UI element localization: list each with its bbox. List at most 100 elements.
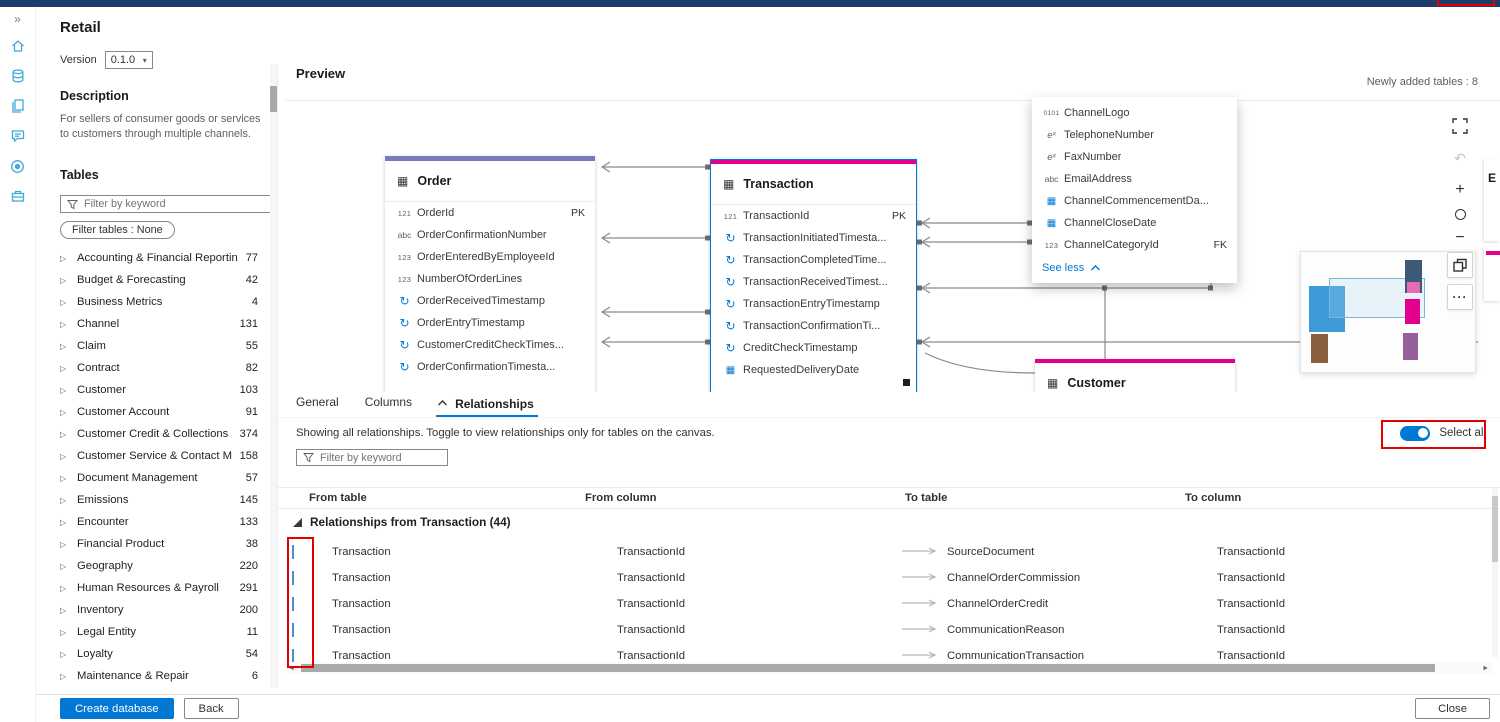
expand-chevron-icon[interactable]: ▷ — [60, 276, 69, 285]
row-checkbox[interactable] — [292, 649, 294, 663]
table-category-row[interactable]: ▷ Business Metrics 4 — [60, 291, 274, 313]
expand-chevron-icon[interactable]: ▷ — [60, 562, 69, 571]
column-row[interactable]: ↻ TransactionInitiatedTimesta... — [711, 227, 916, 249]
undo-button[interactable]: ↶ — [1447, 145, 1473, 171]
table-category-row[interactable]: ▷ Encounter 133 — [60, 511, 274, 533]
scrollbar-thumb[interactable] — [301, 664, 1435, 672]
expand-chevron-icon[interactable]: ▷ — [60, 628, 69, 637]
table-card-order[interactable]: ▦ Order 121 OrderId PK abc OrderConfirma… — [385, 156, 595, 406]
collapse-panel-icon[interactable] — [438, 393, 448, 411]
column-row[interactable]: ↻ TransactionConfirmationTi... — [711, 315, 916, 337]
tab-columns[interactable]: Columns — [365, 395, 412, 417]
relationships-filter-input[interactable]: Filter by keyword — [296, 449, 448, 466]
expand-chevron-icon[interactable]: ▷ — [60, 518, 69, 527]
expand-chevron-icon[interactable]: ▷ — [60, 474, 69, 483]
column-row[interactable]: eˣ FaxNumber — [1032, 146, 1237, 168]
relationship-row[interactable]: Transaction TransactionId ChannelOrderCo… — [278, 565, 1500, 591]
table-category-row[interactable]: ▷ Customer Account 91 — [60, 401, 274, 423]
table-category-row[interactable]: ▷ Customer Credit & Collections 374 — [60, 423, 274, 445]
table-category-row[interactable]: ▷ Channel 131 — [60, 313, 274, 335]
expand-chevron-icon[interactable]: ▷ — [60, 430, 69, 439]
scroll-left-icon[interactable]: ◄ — [288, 665, 295, 672]
zoom-in-button[interactable]: + — [1447, 177, 1473, 203]
filter-tables-pill[interactable]: Filter tables : None — [60, 221, 175, 240]
zoom-out-button[interactable]: − — [1447, 225, 1473, 251]
column-row[interactable]: 123 OrderEnteredByEmployeeId — [385, 246, 595, 268]
column-row[interactable]: ↻ TransactionEntryTimestamp — [711, 293, 916, 315]
expand-chevron-icon[interactable]: ▷ — [60, 364, 69, 373]
table-category-row[interactable]: ▷ Claim 55 — [60, 335, 274, 357]
column-row[interactable]: abc EmailAddress — [1032, 168, 1237, 190]
scroll-right-icon[interactable]: ► — [1482, 665, 1489, 672]
scrollbar-thumb[interactable] — [1492, 496, 1498, 562]
fit-to-screen-button[interactable] — [1447, 113, 1473, 139]
column-row[interactable]: ↻ TransactionReceivedTimest... — [711, 271, 916, 293]
table-category-row[interactable]: ▷ Emissions 145 — [60, 489, 274, 511]
chat-icon[interactable] — [0, 121, 36, 151]
relationships-group-header[interactable]: Relationships from Transaction (44) — [278, 509, 1500, 535]
table-category-row[interactable]: ▷ Human Resources & Payroll 291 — [60, 577, 274, 599]
expand-chevron-icon[interactable]: ▷ — [60, 386, 69, 395]
column-row[interactable]: abc OrderConfirmationNumber — [385, 224, 595, 246]
zoom-reset-button[interactable] — [1447, 201, 1473, 227]
horizontal-scrollbar[interactable]: ◄ ► — [285, 662, 1492, 674]
expand-chevron-icon[interactable]: ▷ — [60, 606, 69, 615]
row-checkbox[interactable] — [292, 545, 294, 559]
toolbox-icon[interactable] — [0, 181, 36, 211]
expand-chevron-icon[interactable]: ▷ — [60, 540, 69, 549]
column-row[interactable]: 121 TransactionId PK — [711, 205, 916, 227]
row-checkbox[interactable] — [292, 571, 294, 585]
expand-rail-icon[interactable]: » — [0, 7, 36, 31]
group-collapse-icon[interactable] — [293, 517, 302, 527]
more-options-button[interactable]: ··· — [1447, 284, 1473, 310]
table-category-row[interactable]: ▷ Document Management 57 — [60, 467, 274, 489]
select-all-toggle[interactable] — [1400, 425, 1431, 441]
row-checkbox[interactable] — [292, 623, 294, 637]
table-category-row[interactable]: ▷ Legal Entity 11 — [60, 621, 274, 643]
table-card-transaction[interactable]: ▦ Transaction 121 TransactionId PK ↻ Tra… — [710, 159, 917, 403]
column-row[interactable]: eˣ TelephoneNumber — [1032, 124, 1237, 146]
table-category-row[interactable]: ▷ Inventory 200 — [60, 599, 274, 621]
row-checkbox[interactable] — [292, 597, 294, 611]
column-row[interactable]: ↻ CreditCheckTimestamp — [711, 337, 916, 359]
column-row[interactable]: ▦ ChannelCommencementDa... — [1032, 190, 1237, 212]
scrollbar-thumb[interactable] — [270, 86, 277, 112]
column-row[interactable]: ▦ RequestedDeliveryDate — [711, 359, 916, 381]
expand-chevron-icon[interactable]: ▷ — [60, 496, 69, 505]
table-category-row[interactable]: ▷ Budget & Forecasting 42 — [60, 269, 274, 291]
expand-chevron-icon[interactable]: ▷ — [60, 408, 69, 417]
vertical-scrollbar[interactable] — [1492, 488, 1498, 658]
table-category-row[interactable]: ▷ Customer 103 — [60, 379, 274, 401]
column-row[interactable]: 123 NumberOfOrderLines — [385, 268, 595, 290]
column-row[interactable]: ↻ OrderEntryTimestamp — [385, 312, 595, 334]
expand-chevron-icon[interactable]: ▷ — [60, 452, 69, 461]
column-row[interactable]: ↻ CustomerCreditCheckTimes... — [385, 334, 595, 356]
er-diagram-canvas[interactable]: ▦ Order 121 OrderId PK abc OrderConfirma… — [285, 97, 1500, 406]
expand-chevron-icon[interactable]: ▷ — [60, 320, 69, 329]
tables-filter-input[interactable]: Filter by keyword — [60, 195, 272, 214]
table-category-row[interactable]: ▷ Loyalty 54 — [60, 643, 274, 665]
home-icon[interactable] — [0, 31, 36, 61]
relationship-row[interactable]: Transaction TransactionId CommunicationR… — [278, 617, 1500, 643]
column-row[interactable]: ↻ OrderConfirmationTimesta... — [385, 356, 595, 378]
expand-chevron-icon[interactable]: ▷ — [60, 254, 69, 263]
sidebar-scrollbar[interactable] — [270, 64, 277, 688]
tab-relationships[interactable]: Relationships — [455, 397, 534, 411]
relationship-row[interactable]: Transaction TransactionId ChannelOrderCr… — [278, 591, 1500, 617]
column-row[interactable]: 0101 ChannelLogo — [1032, 102, 1237, 124]
table-category-row[interactable]: ▷ Customer Service & Contact Man... 158 — [60, 445, 274, 467]
version-select[interactable]: 0.1.0 ▾ — [104, 51, 153, 69]
expand-chevron-icon[interactable]: ▷ — [60, 650, 69, 659]
compass-icon[interactable] — [0, 151, 36, 181]
table-category-row[interactable]: ▷ Accounting & Financial Reporting 77 — [60, 247, 274, 269]
table-category-row[interactable]: ▷ Contract 82 — [60, 357, 274, 379]
close-button[interactable]: Close — [1415, 698, 1490, 719]
connection-handle[interactable] — [903, 379, 910, 386]
column-row[interactable]: ↻ TransactionCompletedTime... — [711, 249, 916, 271]
expand-chevron-icon[interactable]: ▷ — [60, 298, 69, 307]
tab-general[interactable]: General — [296, 395, 339, 417]
column-row[interactable]: 123 ChannelCategoryId FK — [1032, 234, 1237, 256]
relationship-row[interactable]: Transaction TransactionId SourceDocument… — [278, 539, 1500, 565]
table-category-row[interactable]: ▷ Financial Product 38 — [60, 533, 274, 555]
table-category-row[interactable]: ▷ Maintenance & Repair 6 — [60, 665, 274, 687]
